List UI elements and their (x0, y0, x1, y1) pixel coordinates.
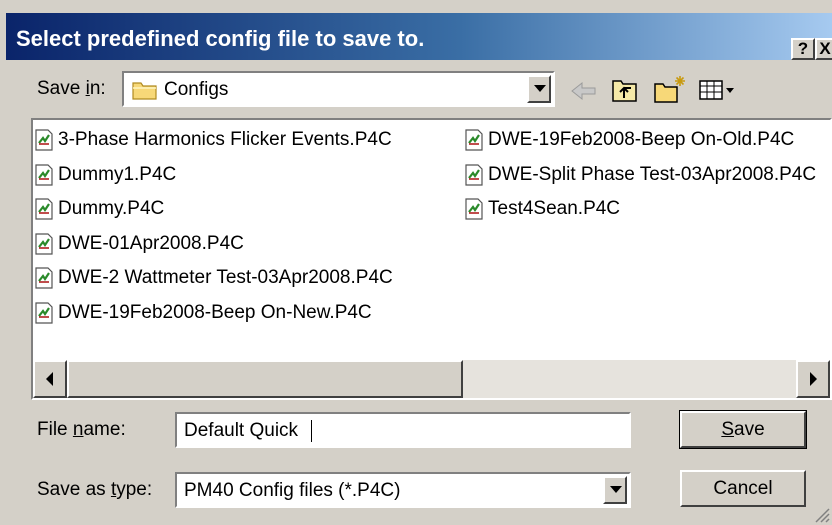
up-one-level-icon[interactable] (610, 76, 640, 104)
save-as-type-dropdown-button[interactable] (603, 476, 627, 504)
horizontal-scrollbar[interactable] (33, 360, 830, 398)
file-name-text: DWE-2 Wattmeter Test-03Apr2008.P4C (58, 267, 393, 288)
file-name-text: Dummy.P4C (58, 198, 165, 219)
create-new-folder-icon[interactable] (653, 74, 687, 104)
config-file-icon (35, 233, 53, 255)
save-in-combo[interactable]: Configs (122, 71, 555, 107)
list-item[interactable]: Dummy1.P4C (34, 162, 176, 188)
config-file-icon (465, 198, 483, 220)
config-file-icon (35, 302, 53, 324)
list-item[interactable]: DWE-01Apr2008.P4C (34, 231, 244, 257)
list-item[interactable]: Test4Sean.P4C (464, 196, 620, 222)
save-in-dropdown-button[interactable] (527, 75, 551, 103)
file-name-label: File name: (37, 419, 126, 440)
save-in-value: Configs (164, 79, 229, 100)
view-menu-icon[interactable] (698, 78, 738, 102)
arrow-right-icon (810, 372, 817, 386)
file-name-input[interactable]: Default Quick (175, 412, 631, 448)
list-item[interactable]: Dummy.P4C (34, 196, 164, 222)
file-name-text: Dummy1.P4C (58, 164, 177, 185)
scroll-left-button[interactable] (33, 360, 67, 398)
list-item[interactable]: DWE-2 Wattmeter Test-03Apr2008.P4C (34, 265, 393, 291)
text-cursor (311, 420, 312, 442)
cancel-button[interactable]: Cancel (680, 470, 806, 507)
save-as-type-combo[interactable]: PM40 Config files (*.P4C) (175, 472, 631, 508)
close-button[interactable]: X (815, 38, 832, 60)
config-file-icon (35, 129, 53, 151)
file-name-value: Default Quick (184, 420, 299, 441)
save-as-type-label: Save as type: (37, 479, 153, 500)
list-item[interactable]: DWE-Split Phase Test-03Apr2008.P4C (464, 162, 816, 188)
file-name-text: DWE-19Feb2008-Beep On-New.P4C (58, 302, 372, 323)
file-name-text: DWE-01Apr2008.P4C (58, 233, 244, 254)
save-as-type-value: PM40 Config files (*.P4C) (184, 480, 401, 501)
help-button[interactable]: ? (791, 38, 815, 60)
file-name-text: 3-Phase Harmonics Flicker Events.P4C (58, 129, 392, 150)
scrollbar-thumb[interactable] (67, 360, 463, 398)
back-icon[interactable] (569, 80, 599, 102)
arrow-left-icon (46, 372, 53, 386)
config-file-icon (465, 129, 483, 151)
file-name-text: DWE-19Feb2008-Beep On-Old.P4C (488, 129, 795, 150)
list-item[interactable]: DWE-19Feb2008-Beep On-Old.P4C (464, 127, 794, 153)
scroll-right-button[interactable] (796, 360, 830, 398)
config-file-icon (35, 198, 53, 220)
config-file-icon (465, 164, 483, 186)
file-name-text: DWE-Split Phase Test-03Apr2008.P4C (488, 164, 817, 185)
list-item[interactable]: DWE-19Feb2008-Beep On-New.P4C (34, 300, 372, 326)
config-file-icon (35, 164, 53, 186)
dialog-title: Select predefined config file to save to… (16, 26, 425, 51)
save-dialog: Select predefined config file to save to… (0, 0, 832, 525)
list-item[interactable]: 3-Phase Harmonics Flicker Events.P4C (34, 127, 392, 153)
resize-grip-icon[interactable] (812, 505, 830, 523)
save-button[interactable]: Save (679, 410, 807, 449)
file-list-items: 3-Phase Harmonics Flicker Events.P4C Dumm… (31, 118, 832, 400)
title-bar[interactable]: Select predefined config file to save to… (6, 13, 832, 60)
config-file-icon (35, 267, 53, 289)
save-in-label: Save in: (37, 78, 106, 99)
folder-icon (132, 82, 157, 100)
file-name-text: Test4Sean.P4C (488, 198, 621, 219)
